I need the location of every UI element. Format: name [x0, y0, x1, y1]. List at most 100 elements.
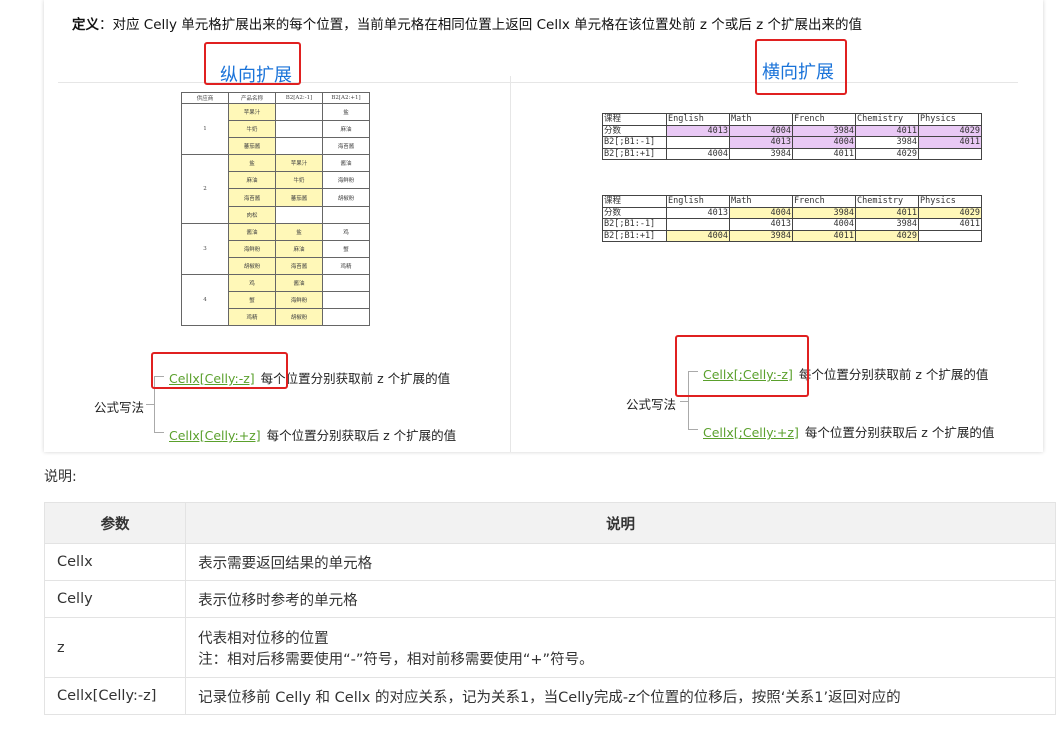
- header-cell: B2[A2:+1]: [322, 92, 370, 104]
- param-description: 表示位移时参考的单元格: [185, 580, 1056, 618]
- description-line: 表示位移时参考的单元格: [198, 592, 358, 609]
- horizontal-example-table: 课程 English Math French Chemistry Physics 分数 401…: [602, 195, 982, 242]
- table-cell: 3984: [855, 136, 919, 149]
- table-cell: [322, 308, 370, 327]
- table-cell: 4004: [729, 206, 793, 219]
- formula-label: 公式写法: [94, 400, 145, 415]
- param-description: 代表相对位移的位置注：相对后移需要使用“-”符号，相对前移需要使用“+”符号。: [185, 617, 1056, 678]
- table-cell: 蕃茄酱: [275, 188, 323, 207]
- definition-text: 定义：对应 Celly 单元格扩展出来的每个位置，当前单元格在相同位置上返回 C…: [72, 17, 862, 33]
- table-cell: 海鲜粉: [322, 171, 370, 190]
- table-cell: 4011: [792, 229, 856, 242]
- table-cell: 蟹: [322, 239, 370, 258]
- table-cell: 4029: [918, 206, 982, 219]
- table-cell: 4013: [666, 124, 730, 137]
- table-row: 2 盐苹果汁 酱油: [181, 154, 370, 224]
- formula-item: Cellx[Celly:+z] 每个位置分别获取后 z 个扩展的值: [169, 428, 457, 443]
- table-cell: 鸡: [228, 273, 276, 293]
- table-cell: 胡椒粉: [322, 188, 370, 207]
- table-cell: 3984: [792, 124, 856, 137]
- table-cell: English: [666, 195, 730, 208]
- table-cell: 麻油: [322, 120, 370, 139]
- table-cell: [918, 147, 982, 160]
- table-cell: 盐: [275, 222, 323, 241]
- description-line: 注：相对后移需要使用“-”符号，相对前移需要使用“+”符号。: [198, 651, 594, 668]
- illustration-panel: 定义：对应 Celly 单元格扩展出来的每个位置，当前单元格在相同位置上返回 C…: [44, 0, 1043, 452]
- description-line: 表示需要返回结果的单元格: [198, 555, 373, 572]
- table-cell: [322, 273, 370, 293]
- header-cell: 供应商: [181, 92, 229, 104]
- table-cell: 蕃茄酱: [228, 137, 276, 156]
- description-line: 记录位移前 Celly 和 Cellx 的对应关系，记为关系1，当Celly完成…: [198, 689, 901, 706]
- param-name: Cellx: [43, 543, 187, 581]
- note-label: 说明:: [44, 469, 77, 485]
- table-row: 课程 English Math French Chemistry Physics: [602, 195, 982, 208]
- table-row: B2[;B1:-1] 4013 4004 3984 4011: [602, 218, 982, 231]
- description-line: 代表相对位移的位置: [198, 630, 329, 647]
- table-cell: B2[;B1:+1]: [602, 229, 667, 242]
- table-cell: 3984: [729, 229, 793, 242]
- table-cell: 麻油: [275, 239, 323, 258]
- table-cell: 4029: [855, 147, 919, 160]
- table-cell: Physics: [918, 195, 982, 208]
- table-cell: 麻油: [228, 171, 276, 190]
- vertical-example-table: 供应商 产品名称 B2[A2:-1] B2[A2:+1] 1 苹果汁盐牛奶 麻油 蕃茄酱 海苔酱…: [181, 92, 370, 327]
- table-header-row: 供应商 产品名称 B2[A2:-1] B2[A2:+1]: [181, 92, 370, 104]
- table-cell: 课程: [602, 195, 667, 208]
- column-header: 参数: [43, 502, 187, 544]
- highlight-box: [755, 39, 847, 95]
- table-cell: 4011: [855, 124, 919, 137]
- table-row: 4 鸡酱油: [181, 273, 370, 327]
- highlight-box: [675, 335, 809, 397]
- table-row: 课程 English Math French Chemistry Physics: [602, 113, 982, 126]
- table-cell: 4004: [666, 147, 730, 160]
- table-cell: 4004: [792, 218, 856, 231]
- highlight-box: [204, 42, 301, 85]
- table-cell: 4004: [666, 229, 730, 242]
- table-cell: 4011: [792, 147, 856, 160]
- table-cell: 4029: [855, 229, 919, 242]
- table-row: B2[;B1:+1] 4004 3984 4011 4029: [602, 147, 982, 160]
- table-cell: [275, 120, 323, 139]
- table-cell: 海鲜粉: [228, 239, 276, 258]
- table-cell: 海苔酱: [322, 137, 370, 156]
- table-cell: Math: [729, 195, 793, 208]
- table-row: Celly 表示位移时参考的单元格: [43, 580, 1056, 618]
- header-cell: 产品名称: [228, 92, 276, 104]
- table-cell: 4004: [792, 136, 856, 149]
- table-row: 分数 4013 4004 3984 4011 4029: [602, 124, 982, 137]
- table-cell: French: [792, 113, 856, 126]
- table-cell: 分数: [602, 206, 667, 219]
- table-row: B2[;B1:+1] 4004 3984 4011 4029: [602, 229, 982, 242]
- param-description: 表示需要返回结果的单元格: [185, 543, 1056, 581]
- bracket-tick: [680, 401, 688, 402]
- table-cell: 盐: [228, 154, 276, 173]
- divider: [510, 76, 511, 452]
- table-cell: 4011: [918, 136, 982, 149]
- table-row: Cellx 表示需要返回结果的单元格: [43, 543, 1056, 581]
- bracket-tick: [688, 429, 698, 430]
- table-cell: 海苔酱: [228, 188, 276, 207]
- param-name: z: [43, 617, 187, 678]
- table-row: 3 酱油盐鸡: [181, 222, 370, 275]
- table-row: B2[;B1:-1] 4013 4004 3984 4011: [602, 136, 982, 149]
- table-cell: 胡椒粉: [275, 308, 323, 327]
- table-cell: 分数: [602, 124, 667, 137]
- table-cell: 鸡精: [228, 308, 276, 327]
- table-cell: 酱油: [322, 154, 370, 173]
- group-id-cell: 1: [181, 102, 229, 156]
- table-cell: 课程: [602, 113, 667, 126]
- table-cell: [666, 218, 730, 231]
- table-cell: 鸡: [322, 222, 370, 241]
- table-cell: 酱油: [275, 273, 323, 293]
- table-cell: 4029: [918, 124, 982, 137]
- table-cell: 3984: [729, 147, 793, 160]
- table-cell: [322, 205, 370, 224]
- table-cell: [322, 291, 370, 310]
- table-cell: 蟹: [228, 291, 276, 310]
- table-row: z 代表相对位移的位置 注：相对后移需要使用“-”符号，相对前移需要使用“+”符号。: [43, 617, 1056, 678]
- horizontal-example-table: 课程 English Math French Chemistry Physics 分数 401…: [602, 113, 982, 160]
- highlight-box: [151, 352, 288, 389]
- table-row: 分数 4013 4004 3984 4011 4029: [602, 206, 982, 219]
- table-cell: 苹果汁: [228, 102, 276, 122]
